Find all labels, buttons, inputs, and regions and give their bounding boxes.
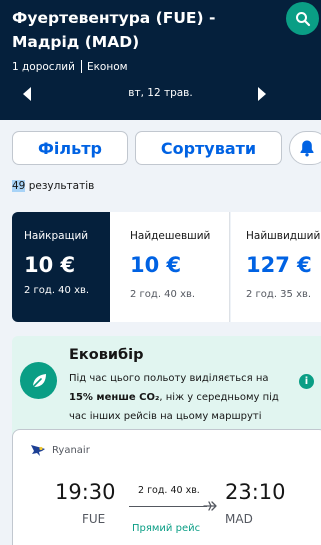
search-icon <box>295 11 310 26</box>
tab-label: Найкращий <box>24 230 89 242</box>
tab-price: 10 € <box>24 253 76 277</box>
airline-info: Ryanair <box>30 444 90 456</box>
arrival-airport: MAD <box>225 512 253 526</box>
results-suffix: результатів <box>25 180 95 192</box>
passengers-label: 1 дорослий <box>12 60 75 73</box>
tab-best[interactable]: Найкращий 10 € 2 год. 40 хв. <box>12 212 110 322</box>
route-line <box>129 506 207 507</box>
sort-tabs: Найкращий 10 € 2 год. 40 хв. Найдешевший… <box>0 212 321 322</box>
tab-duration: 2 год. 40 хв. <box>24 285 90 296</box>
tab-label: Найшвидший <box>246 230 321 242</box>
flight-result-card[interactable]: Ryanair 19:30 FUE 2 год. 40 хв. Прямий р… <box>12 429 321 545</box>
flight-duration: 2 год. 40 хв. <box>138 485 200 496</box>
tab-price: 10 € <box>130 253 182 277</box>
date-selector: вт, 12 трав. <box>0 84 321 104</box>
tab-cheapest[interactable]: Найдешевший 10 € 2 год. 40 хв. <box>110 212 230 322</box>
results-number: 49 <box>12 180 26 192</box>
tab-duration: 2 год. 40 хв. <box>130 289 196 300</box>
ryanair-logo-icon <box>31 445 45 456</box>
eco-text-part: Під час цього польоту виділяється на <box>69 373 269 384</box>
eco-highlight: 15% менше CO₂ <box>69 392 160 403</box>
results-count: 49 результатів <box>12 180 94 192</box>
tab-fastest[interactable]: Найшвидший 127 € 2 год. 35 хв. <box>231 212 321 322</box>
bell-icon <box>300 140 314 157</box>
trip-meta: 1 дорослий Економ <box>12 60 128 73</box>
price-alert-button[interactable] <box>289 131 321 165</box>
tab-price: 127 € <box>246 253 312 277</box>
date-label: вт, 12 трав. <box>128 87 193 99</box>
arrival-time: 23:10 <box>225 480 286 504</box>
tab-duration: 2 год. 35 хв. <box>246 289 312 300</box>
stops-label: Прямий рейс <box>132 523 201 534</box>
info-icon[interactable]: i <box>299 374 314 389</box>
search-button[interactable] <box>286 2 319 35</box>
next-date-icon[interactable] <box>258 87 266 101</box>
plane-icon <box>203 501 217 511</box>
eco-description: Під час цього польоту виділяється на 15%… <box>69 369 294 426</box>
airline-name: Ryanair <box>52 444 90 456</box>
filter-button[interactable]: Фільтр <box>12 131 128 165</box>
meta-divider <box>80 60 82 73</box>
route-title[interactable]: Фуертевентура (FUE) - Мадрід (MAD) <box>12 6 282 54</box>
sort-button[interactable]: Сортувати <box>135 131 282 165</box>
leaf-icon <box>20 362 57 399</box>
eco-title: Ековибір <box>69 347 144 363</box>
tab-label: Найдешевший <box>130 230 211 242</box>
search-header: Фуертевентура (FUE) - Мадрід (MAD) 1 дор… <box>0 0 321 120</box>
departure-time: 19:30 <box>55 480 116 504</box>
departure-airport: FUE <box>82 512 106 526</box>
cabin-label: Економ <box>86 60 128 73</box>
